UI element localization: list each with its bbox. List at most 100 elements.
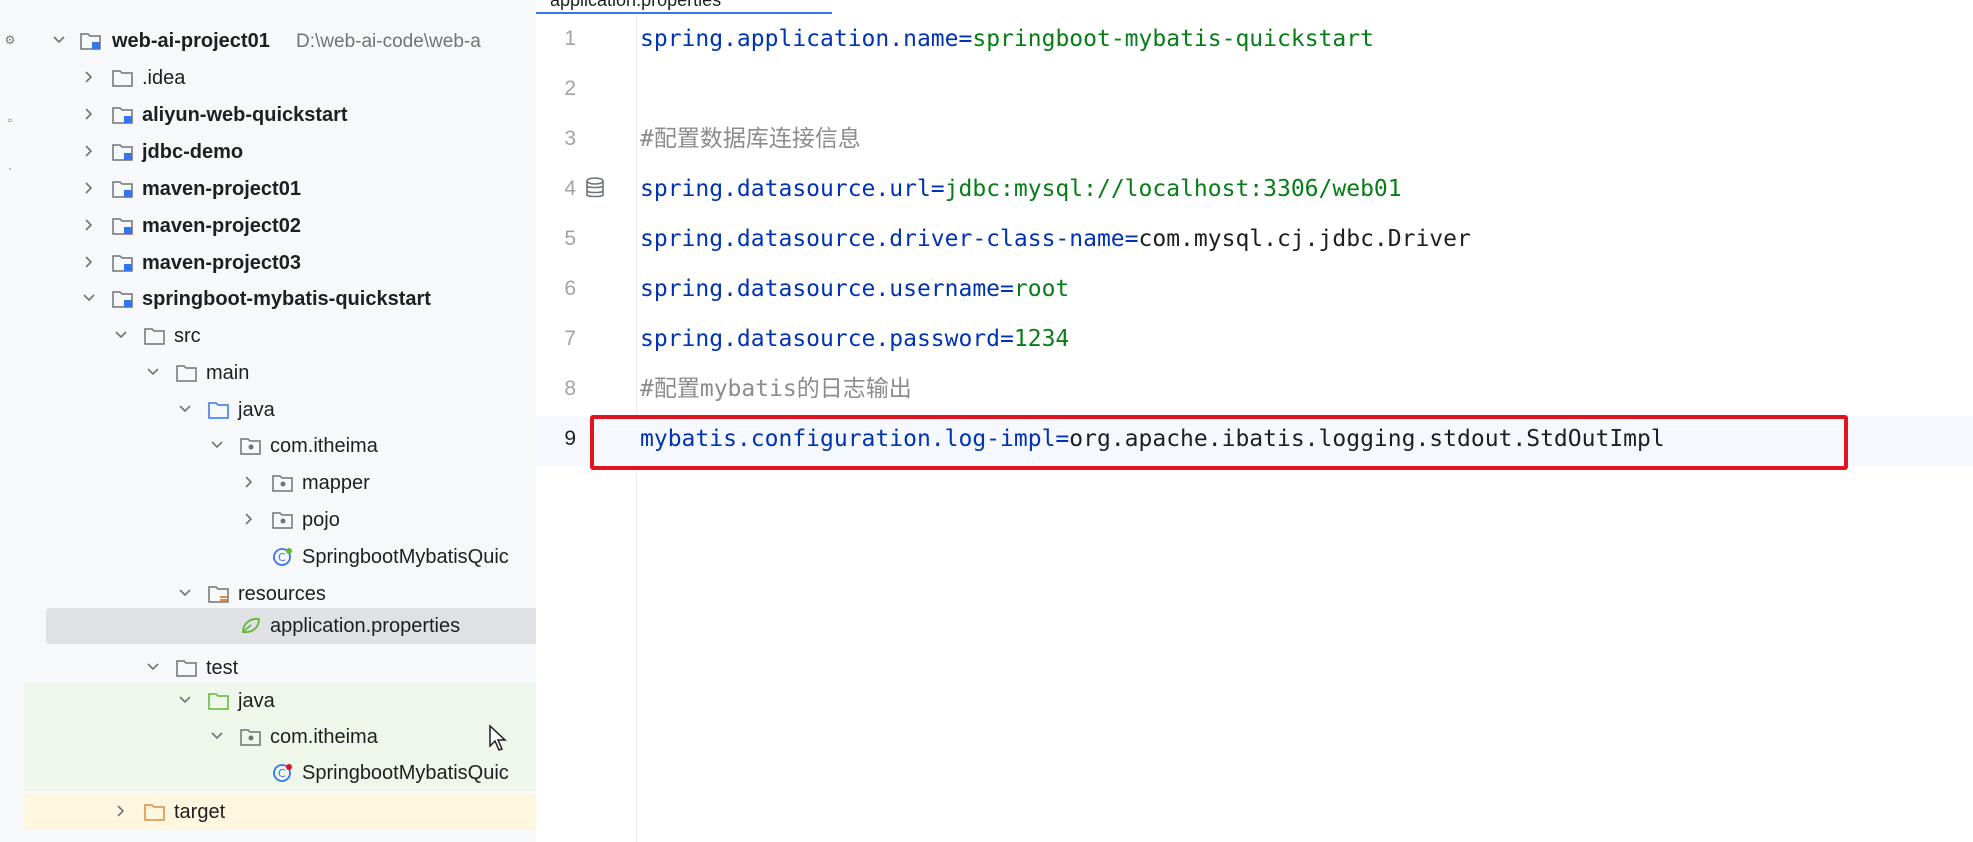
chevron-right-icon[interactable]: [82, 144, 96, 158]
tree-item-label: SpringbootMybatisQuic: [302, 546, 509, 568]
tree-item-test-package[interactable]: com.itheima: [24, 719, 536, 755]
tree-item-label: maven-project03: [142, 252, 301, 274]
tree-item-main-class[interactable]: C SpringbootMybatisQuic: [24, 539, 536, 575]
more-icon[interactable]: ·: [2, 160, 18, 176]
package-icon: [240, 436, 262, 456]
chevron-down-icon[interactable]: [178, 693, 192, 707]
tree-item-test-java[interactable]: java: [24, 683, 536, 719]
editor-tab-application-properties[interactable]: application.properties: [536, 0, 832, 15]
tree-item-label: com.itheima: [270, 726, 378, 748]
chevron-down-icon[interactable]: [178, 402, 192, 416]
tree-item-label: resources: [238, 583, 326, 605]
chevron-down-icon[interactable]: [52, 33, 66, 47]
chevron-down-icon[interactable]: [210, 438, 224, 452]
tree-item-package[interactable]: com.itheima: [24, 428, 536, 464]
chevron-right-icon[interactable]: [242, 512, 256, 526]
tree-root-label: web-ai-project01: [112, 30, 270, 52]
chevron-right-icon[interactable]: [242, 475, 256, 489]
tree-item-aliyun[interactable]: aliyun-web-quickstart: [24, 97, 536, 133]
code-line-5: spring.datasource.driver-class-name=com.…: [640, 225, 1471, 253]
module-folder-icon: [112, 253, 134, 273]
chevron-down-icon[interactable]: [114, 328, 128, 342]
tree-item-label: java: [238, 690, 275, 712]
tree-item-mapper[interactable]: mapper: [24, 465, 536, 501]
code-line-7: spring.datasource.password=1234: [640, 325, 1069, 353]
test-class-icon: C: [272, 763, 294, 783]
tree-item-test-class[interactable]: C SpringbootMybatisQuic: [24, 755, 536, 791]
tree-item-label: aliyun-web-quickstart: [142, 104, 348, 126]
equals-sign: =: [930, 176, 945, 202]
tree-item-label: src: [174, 325, 201, 347]
property-key: spring.datasource.driver-class-name: [640, 226, 1125, 252]
properties-file-icon: [240, 616, 262, 636]
chevron-right-icon[interactable]: [82, 181, 96, 195]
tree-item-label: pojo: [302, 509, 340, 531]
chevron-down-icon[interactable]: [146, 365, 160, 379]
tree-item-label: mapper: [302, 472, 370, 494]
tree-item-label: main: [206, 362, 250, 384]
excluded-folder-icon: [144, 802, 166, 822]
tree-item-springboot-mybatis[interactable]: springboot-mybatis-quickstart: [24, 281, 536, 317]
tool-window-strip: ⚙ ▫ ·: [0, 0, 25, 842]
tree-item-maven-project03[interactable]: maven-project03: [24, 245, 536, 281]
tree-item-label: maven-project01: [142, 178, 301, 200]
tree-item-main[interactable]: main: [24, 355, 536, 391]
tree-item-target[interactable]: target: [24, 794, 536, 830]
svg-text:C: C: [278, 767, 286, 780]
line-number: 1: [564, 27, 576, 50]
chevron-down-icon[interactable]: [210, 729, 224, 743]
highlight-box: [590, 415, 1848, 470]
tree-item-maven-project01[interactable]: maven-project01: [24, 171, 536, 207]
line-number: 3: [564, 127, 576, 150]
resources-folder-icon: [208, 584, 230, 604]
svg-text:C: C: [278, 551, 286, 564]
code-line-4: spring.datasource.url=jdbc:mysql://local…: [640, 175, 1402, 203]
tree-item-label: jdbc-demo: [142, 141, 244, 163]
tree-item-label: com.itheima: [270, 435, 378, 457]
property-key: spring.datasource.password: [640, 326, 1001, 352]
tree-item-label: target: [174, 801, 226, 823]
spring-class-icon: C: [272, 547, 294, 567]
chevron-right-icon[interactable]: [82, 70, 96, 84]
settings-icon[interactable]: ⚙: [2, 32, 18, 48]
chevron-right-icon[interactable]: [82, 255, 96, 269]
code-line-1: spring.application.name=springboot-mybat…: [640, 25, 1374, 53]
tree-item-src[interactable]: src: [24, 318, 536, 354]
chevron-right-icon[interactable]: [82, 107, 96, 121]
chevron-right-icon[interactable]: [82, 218, 96, 232]
tree-root-path: D:\web-ai-code\web-a: [296, 31, 481, 52]
tree-item-root[interactable]: web-ai-project01 D:\web-ai-code\web-a: [24, 23, 536, 59]
source-folder-icon: [208, 400, 230, 420]
tree-item-maven-project02[interactable]: maven-project02: [24, 208, 536, 244]
tree-item-application-properties[interactable]: application.properties: [46, 608, 536, 644]
database-icon[interactable]: [584, 176, 606, 200]
tree-item-pojo[interactable]: pojo: [24, 502, 536, 538]
package-icon: [272, 510, 294, 530]
property-value: com.mysql.cj.jdbc.Driver: [1138, 226, 1471, 252]
line-number-current: 9: [564, 427, 576, 450]
project-tree: web-ai-project01 D:\web-ai-code\web-a .i…: [24, 0, 536, 842]
code-line-6: spring.datasource.username=root: [640, 275, 1069, 303]
package-icon: [272, 473, 294, 493]
tree-item-label: .idea: [142, 67, 186, 89]
tree-item-idea[interactable]: .idea: [24, 60, 536, 96]
tree-item-label: application.properties: [270, 615, 461, 637]
structure-icon[interactable]: ▫: [2, 112, 18, 128]
test-folder-icon: [208, 691, 230, 711]
tree-item-jdbc-demo[interactable]: jdbc-demo: [24, 134, 536, 170]
tree-item-main-java[interactable]: java: [24, 392, 536, 428]
chevron-down-icon[interactable]: [178, 586, 192, 600]
property-key: spring.datasource.username: [640, 276, 1001, 302]
chevron-down-icon[interactable]: [82, 291, 96, 305]
folder-icon: [144, 326, 166, 346]
folder-icon: [176, 658, 198, 678]
module-folder-icon: [112, 289, 134, 309]
chevron-right-icon[interactable]: [114, 804, 128, 818]
tree-item-test[interactable]: test: [24, 650, 536, 686]
property-value: root: [1013, 276, 1070, 302]
chevron-down-icon[interactable]: [146, 660, 160, 674]
module-folder-icon: [112, 142, 134, 162]
tree-item-resources[interactable]: resources: [24, 576, 536, 612]
folder-icon: [176, 363, 198, 383]
line-number: 7: [564, 327, 576, 350]
